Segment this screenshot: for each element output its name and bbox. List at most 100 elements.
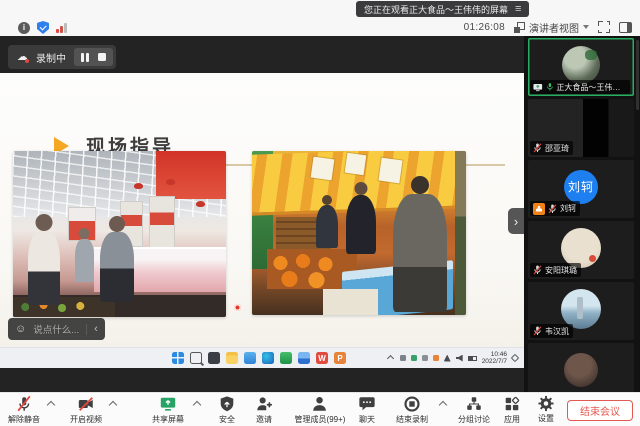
stop-recording-icon[interactable]: [98, 53, 106, 61]
shared-screen-stage: 现场指导: [0, 36, 524, 392]
chevron-up-icon[interactable]: [109, 401, 117, 409]
screen-share-icon: [533, 83, 543, 92]
mic-muted-icon: [15, 395, 33, 413]
collapse-chat-icon[interactable]: ‹: [94, 323, 98, 335]
chevron-up-icon[interactable]: [439, 401, 447, 409]
participant-name: 邵亚琦: [545, 143, 569, 154]
manage-members-button[interactable]: 管理成员(99+): [295, 395, 346, 425]
security-button[interactable]: 安全: [218, 395, 236, 425]
view-controls: 01:26:08 演讲者视图: [464, 19, 632, 35]
chat-quick-input[interactable]: ☺ 说点什么... ‹: [8, 318, 105, 340]
sidebar-scrollbar[interactable]: [636, 40, 639, 110]
participant-name: 安阳琪璐: [545, 265, 577, 276]
slide-photo-meat-shop: [13, 151, 226, 317]
apps-button[interactable]: 应用: [503, 395, 521, 425]
participant-tile[interactable]: 刘轲 刘轲: [528, 160, 634, 218]
apps-icon: [503, 395, 521, 413]
settings-button[interactable]: 设置: [538, 395, 555, 424]
network-signal-icon: [56, 23, 67, 33]
participant-name: 刘轲: [560, 203, 576, 214]
banner-menu-icon[interactable]: ≡: [515, 4, 521, 14]
chat-icon: [358, 395, 376, 413]
avatar: [564, 353, 598, 387]
stop-record-icon: [403, 395, 421, 413]
pause-recording-icon[interactable]: [81, 53, 89, 62]
chevron-up-icon[interactable]: [193, 401, 201, 409]
file-explorer-icon: [226, 352, 238, 364]
tray-expand-icon: [387, 354, 394, 361]
avatar: [562, 46, 600, 84]
windows-start-icon: [172, 352, 184, 364]
chat-placeholder[interactable]: 说点什么...: [33, 322, 79, 336]
invite-icon: [255, 395, 273, 413]
chevron-up-icon[interactable]: [47, 401, 55, 409]
photos-app-icon: [298, 352, 310, 364]
mail-icon: [244, 352, 256, 364]
breakout-rooms-button[interactable]: 分组讨论: [458, 395, 490, 425]
notification-icon: [511, 354, 519, 362]
elapsed-time: 01:26:08: [464, 22, 505, 33]
watching-banner-text: 您正在观看正大食品～王伟伟的屏幕: [364, 3, 508, 16]
taskview-icon: [208, 352, 220, 364]
recording-label: 录制中: [36, 50, 66, 65]
camera-off-icon: [77, 395, 95, 413]
participant-tile-presenter[interactable]: 正大食品～王伟伟的…: [528, 38, 634, 96]
participants-sidebar: 正大食品～王伟伟的… 邵亚琦 刘轲 刘轲 安阳琪璐: [524, 36, 640, 392]
presentation-app-icon: P: [334, 352, 346, 364]
avatar: [561, 289, 601, 329]
mic-muted-icon: [533, 143, 542, 153]
settings-gear-icon: [538, 395, 555, 412]
slide-photo-market-stall: [252, 151, 466, 315]
fullscreen-icon[interactable]: [598, 21, 610, 33]
wps-icon: W: [316, 352, 328, 364]
shared-windows-taskbar: W P 10:46 2022/7/7: [0, 347, 524, 368]
next-slide-arrow[interactable]: ›: [508, 208, 524, 234]
hand-raised-icon: [533, 203, 545, 215]
avatar-initials: 刘轲: [564, 170, 598, 204]
meeting-status-icons: i: [18, 20, 67, 35]
taskbar-clock: 10:46 2022/7/7: [482, 351, 507, 366]
wifi-icon: [444, 355, 451, 362]
share-screen-icon: [159, 395, 177, 413]
end-meeting-button[interactable]: 结束会议: [567, 400, 633, 421]
mic-muted-icon: [548, 204, 557, 214]
security-shield-icon[interactable]: [37, 21, 49, 34]
avatar: [561, 228, 601, 268]
search-icon: [190, 352, 202, 364]
participant-name: 正大食品～王伟伟的…: [556, 82, 626, 93]
view-mode-selector[interactable]: 演讲者视图: [514, 20, 589, 35]
participant-tile[interactable]: 韦汉凯: [528, 282, 634, 340]
battery-icon: [468, 356, 477, 361]
mic-muted-icon: [533, 265, 542, 275]
green-app-icon: [280, 352, 292, 364]
chat-button[interactable]: 聊天: [358, 395, 376, 425]
side-panel-icon[interactable]: [619, 22, 632, 33]
watching-banner: 您正在观看正大食品～王伟伟的屏幕 ≡: [356, 1, 529, 17]
laser-pointer-dot: [234, 304, 241, 311]
breakout-icon: [465, 395, 483, 413]
unmute-button[interactable]: 解除静音: [8, 395, 40, 425]
speaker-view-icon: [514, 22, 525, 33]
participant-name: 韦汉凯: [545, 326, 569, 337]
stop-recording-button[interactable]: 结束录制: [396, 395, 428, 425]
view-mode-label: 演讲者视图: [529, 20, 579, 35]
participant-tile[interactable]: 安阳琪璐: [528, 221, 634, 279]
emoji-icon[interactable]: ☺: [15, 323, 26, 335]
mic-on-icon: [546, 82, 554, 92]
members-icon: [311, 395, 329, 413]
meeting-app-window: 您正在观看正大食品～王伟伟的屏幕 ≡ i 01:26:08 演讲者视图 现场指导: [0, 0, 640, 426]
chevron-down-icon: [583, 25, 589, 29]
cloud-record-icon: ☁: [17, 52, 28, 63]
invite-button[interactable]: 邀请: [255, 395, 273, 425]
recording-indicator: ☁ 录制中: [8, 45, 116, 69]
meeting-info-icon[interactable]: i: [18, 22, 30, 34]
share-screen-button[interactable]: 共享屏幕: [152, 395, 184, 425]
participant-tile-partial[interactable]: [528, 343, 634, 392]
start-video-button[interactable]: 开启视频: [70, 395, 102, 425]
edge-browser-icon: [262, 352, 274, 364]
volume-icon: [456, 355, 463, 362]
shield-icon: [218, 395, 236, 413]
mic-muted-icon: [533, 326, 542, 336]
participant-tile[interactable]: 邵亚琦: [528, 99, 634, 157]
meeting-toolbar: 解除静音 开启视频 共享屏幕 安全 邀请 管理成员(99+) 聊天: [0, 392, 640, 426]
